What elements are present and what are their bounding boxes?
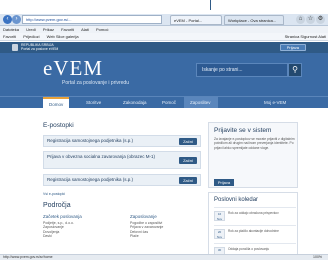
section-title: E-postopki	[43, 122, 74, 129]
cursor-line	[210, 0, 211, 10]
star-icon[interactable]: ☆	[306, 15, 315, 24]
calendar-event[interactable]: 20 Nov Rok za plačilo akontacije dohodni…	[214, 225, 296, 242]
event-text[interactable]: Rok za plačilo akontacije dohodnine	[228, 229, 296, 233]
browser-toolbar: ‹ › http://www.pvem.gov.rs/... eVEM - Po…	[0, 14, 328, 26]
start-button[interactable]: Začni	[179, 177, 197, 184]
evem-logo[interactable]: eVEM	[43, 57, 103, 79]
address-bar[interactable]: http://www.pvem.gov.rs/...	[22, 15, 162, 24]
tab-workplace[interactable]: Workplace - Ova stranica...	[224, 15, 284, 25]
menu-edit[interactable]: Uredi	[26, 27, 36, 32]
command-bar-tools[interactable]: Stranica Sigurnost Alati	[285, 33, 326, 41]
procedure-title[interactable]: Prijava v obvezna socialna zavarovanja (…	[47, 154, 165, 160]
area-link[interactable]: Plače	[130, 234, 210, 239]
menu-favorites[interactable]: Favoriti	[61, 27, 74, 32]
procedure-row: Registracija samostojnega podjetnika (s.…	[43, 174, 201, 186]
search-icon[interactable]: ⚲	[288, 63, 302, 77]
search-input[interactable]: Iskanje po strani...	[196, 63, 288, 77]
gear-icon[interactable]: ⚙	[316, 15, 325, 24]
event-date: 16 Nov	[214, 211, 225, 221]
login-panel-title: Prijavite se v sistem	[214, 127, 272, 134]
fav-webslice[interactable]: Web Slice galerija	[47, 34, 79, 39]
all-procedures-link[interactable]: Vsi e-postopki	[43, 192, 65, 196]
browser-menubar: Datoteka Uredi Prikaz Favoriti Alati Pom…	[0, 26, 328, 33]
area-column: Začetek poslovanja Podjetje, s.p., d.o.o…	[43, 214, 123, 239]
logo-subtitle: Portal za poslovanje i privredu	[62, 80, 129, 86]
menu-file[interactable]: Datoteka	[3, 27, 19, 32]
calendar-title: Poslovni koledar	[214, 197, 259, 203]
browser-status-bar: http://www.pvem.gov.rs/sr/home 100%	[0, 254, 328, 260]
event-date: 20 Nov	[214, 229, 225, 239]
fav-suggested[interactable]: Prijedlozi	[23, 34, 39, 39]
menu-tools[interactable]: Alati	[81, 27, 89, 32]
top-strip	[0, 0, 328, 14]
areas-title: Področja	[43, 202, 71, 209]
procedure-title[interactable]: Registracija samostojnega podjetnika (s.…	[47, 138, 133, 143]
area-link[interactable]: Davki	[43, 234, 123, 239]
main-nav: Domov Storitve Zakonodaja Pomoč Zaposlit…	[0, 96, 328, 109]
start-button[interactable]: Začni	[179, 138, 197, 145]
back-icon[interactable]: ‹	[3, 15, 12, 24]
menu-view[interactable]: Prikaz	[43, 27, 54, 32]
procedure-row: Prijava v obvezna socialna zavarovanja (…	[43, 151, 201, 169]
home-icon[interactable]: ⌂	[296, 15, 305, 24]
favorites-bar: Favoriti Prijedlozi Web Slice galerija S…	[0, 33, 328, 41]
area-column: Zaposlovanje Pogodbe o zaposlitvi Prijav…	[130, 214, 210, 239]
menu-help[interactable]: Pomoć	[96, 27, 108, 32]
main-content: E-postopki Registracija samostojnega pod…	[0, 108, 328, 260]
forward-icon[interactable]: ›	[12, 15, 21, 24]
calendar-event[interactable]: 16 Nov Rok za oddajo obračuna prispevkov	[214, 207, 296, 224]
area-heading[interactable]: Zaposlovanje	[130, 214, 210, 220]
coat-of-arms-icon	[12, 44, 18, 51]
area-heading[interactable]: Začetek poslovanja	[43, 214, 123, 220]
status-url: http://www.pvem.gov.rs/sr/home	[3, 255, 53, 259]
login-panel-text: Za izvajanje e-postopkov se morate prija…	[214, 137, 295, 150]
zoom-level[interactable]: 100%	[313, 255, 322, 260]
tab-evem[interactable]: eVEM - Portal...	[170, 15, 222, 25]
fav-favorites[interactable]: Favoriti	[3, 34, 16, 39]
start-button[interactable]: Začni	[179, 157, 197, 164]
gov-portal-name: Portal za poslove eVEM	[21, 47, 59, 51]
gov-strip: REPUBLIKA SRBIJA Portal za poslove eVEM …	[0, 42, 328, 53]
procedure-row: Registracija samostojnega podjetnika (s.…	[43, 135, 201, 147]
login-panel: Prijavite se v sistem Za izvajanje e-pos…	[208, 122, 298, 188]
procedure-title[interactable]: Registracija samostojnega podjetnika (s.…	[47, 177, 133, 182]
login-button[interactable]: Prijava	[279, 44, 306, 51]
login-panel-button[interactable]: Prijava	[214, 179, 234, 186]
event-text[interactable]: Oddaja poročila o poslovanju	[228, 247, 296, 251]
hero-header: eVEM Portal za poslovanje i privredu Isk…	[0, 53, 328, 96]
business-calendar: Poslovni koledar 16 Nov Rok za oddajo ob…	[208, 192, 298, 260]
event-text[interactable]: Rok za oddajo obračuna prispevkov	[228, 211, 296, 215]
